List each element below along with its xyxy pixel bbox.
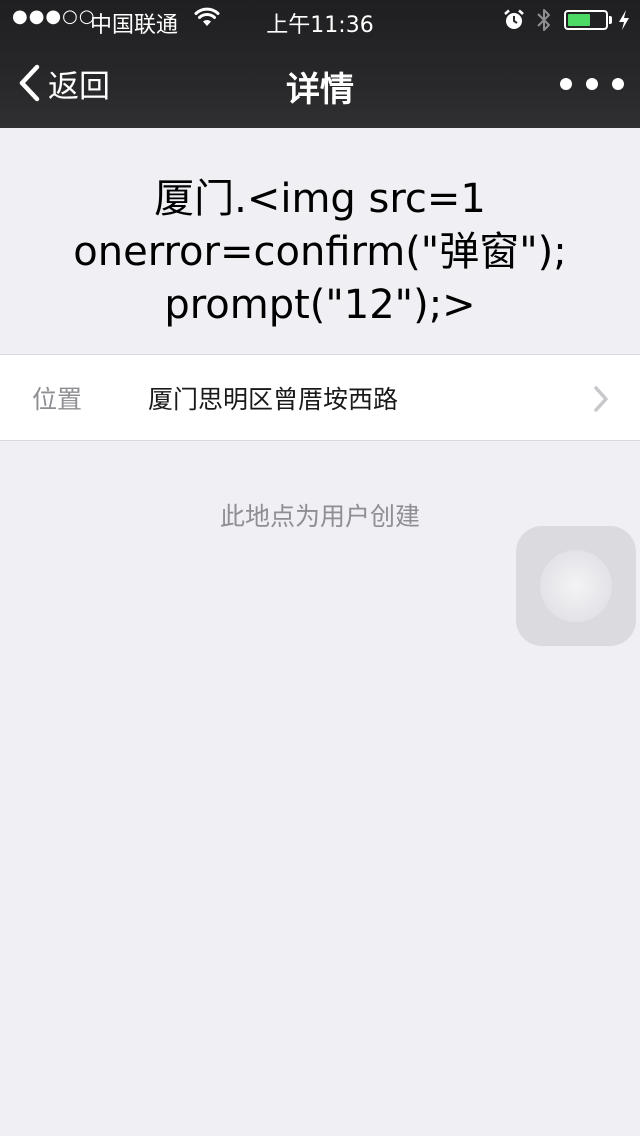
chevron-right-icon [594, 386, 608, 412]
location-address: 厦门思明区曾厝垵西路 [148, 385, 399, 414]
battery-level [568, 14, 590, 26]
top-bar: ●●●○○ 中国联通 上午11:36 返回 详情 [0, 0, 640, 128]
bluetooth-icon [537, 9, 550, 31]
status-bar: ●●●○○ 中国联通 上午11:36 [0, 0, 640, 40]
location-row[interactable]: 位置 厦门思明区曾厝垵西路 [0, 354, 640, 441]
more-options-button[interactable] [560, 66, 624, 102]
alarm-icon [504, 9, 524, 29]
assistive-touch-button[interactable] [516, 526, 636, 646]
more-dots-icon [560, 78, 572, 90]
battery-icon [564, 10, 608, 30]
assistive-touch-icon [540, 550, 612, 622]
charging-bolt-icon [619, 10, 629, 30]
location-label: 位置 [32, 385, 83, 414]
page-title: 详情 [286, 70, 354, 110]
more-dots-icon [612, 78, 624, 90]
screen: ●●●○○ 中国联通 上午11:36 返回 详情 厦门.<img src=1 o… [0, 0, 640, 1136]
more-dots-icon [586, 78, 598, 90]
nav-bar: 返回 详情 [0, 40, 640, 128]
place-title: 厦门.<img src=1 onerror=confirm("弹窗"); pro… [73, 176, 567, 328]
battery-cap [609, 16, 612, 24]
